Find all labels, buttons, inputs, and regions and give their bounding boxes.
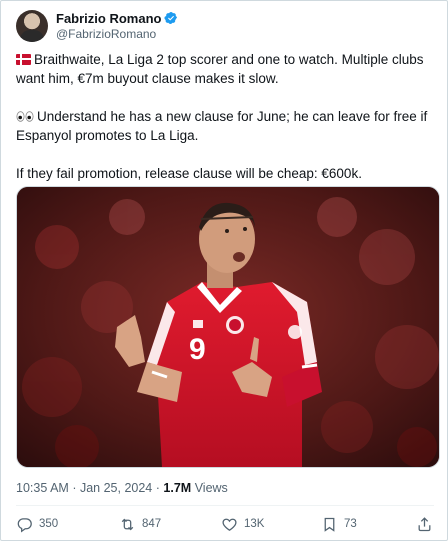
tweet-header: Fabrizio Romano @FabrizioRomano — [16, 10, 436, 42]
tweet-paragraph-3: If they fail promotion, release clause w… — [16, 166, 362, 181]
repost-icon — [121, 518, 134, 530]
author-handle[interactable]: @FabrizioRomano — [56, 27, 156, 41]
meta-separator-2: · — [155, 481, 160, 495]
views-label: Views — [194, 481, 228, 495]
tweet-photo[interactable]: 9 — [16, 186, 440, 468]
reply-button[interactable]: 350 — [16, 513, 58, 535]
reply-icon — [17, 517, 32, 532]
bookmark-icon — [324, 517, 335, 532]
bookmark-count: 73 — [344, 518, 357, 530]
tweet-time[interactable]: 10:35 AM — [16, 481, 69, 495]
player-photo: 9 — [17, 187, 439, 467]
repost-count: 847 — [142, 518, 162, 530]
actions-divider — [16, 505, 434, 506]
views-count: 1.7M — [163, 481, 192, 495]
avatar[interactable] — [16, 10, 48, 42]
author-name-row: Fabrizio Romano — [56, 10, 178, 26]
tweet-card: Fabrizio Romano @FabrizioRomano Braithwa… — [0, 0, 448, 541]
share-button[interactable] — [416, 513, 433, 535]
tweet-date[interactable]: Jan 25, 2024 — [80, 481, 152, 495]
tweet-meta: 10:35 AM · Jan 25, 2024 · 1.7M Views — [16, 481, 228, 495]
tweet-actions: 350 847 13K 73 — [16, 513, 436, 535]
tweet-text: Braithwaite, La Liga 2 top scorer and on… — [16, 50, 431, 183]
heart-icon — [222, 518, 237, 531]
like-button[interactable]: 13K — [221, 513, 264, 535]
meta-separator: · — [72, 481, 77, 495]
author-name[interactable]: Fabrizio Romano — [56, 11, 161, 26]
repost-button[interactable]: 847 — [119, 513, 161, 535]
shirt-number: 9 — [189, 333, 206, 366]
bookmark-button[interactable]: 73 — [321, 513, 357, 535]
reply-count: 350 — [39, 518, 59, 530]
verified-badge-icon — [164, 12, 178, 24]
eyes-icon — [16, 111, 34, 122]
like-count: 13K — [244, 518, 265, 530]
tweet-paragraph-1-text: Braithwaite, La Liga 2 top scorer and on… — [16, 52, 424, 86]
tweet-paragraph-2: Understand he has a new clause for June;… — [16, 107, 431, 145]
denmark-flag-icon — [16, 54, 31, 65]
tweet-paragraph-1: Braithwaite, La Liga 2 top scorer and on… — [16, 50, 431, 88]
share-icon — [418, 516, 431, 531]
tweet-paragraph-2-text: Understand he has a new clause for June;… — [16, 109, 428, 143]
